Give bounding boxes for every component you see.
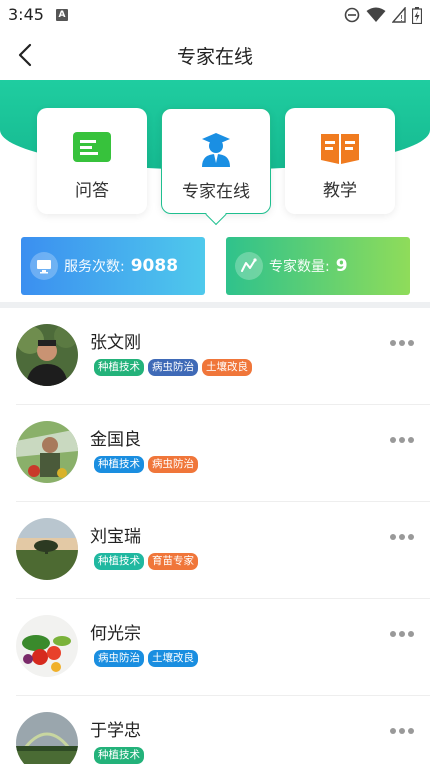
signal-icon: ! [392,7,406,23]
expert-row[interactable]: 金国良种植技术 病虫防治 [16,405,430,502]
expertise-tag: 育苗专家 [148,553,198,570]
more-options-icon[interactable] [390,435,414,445]
service-count-card: 服务次数: 9088 [21,237,205,295]
tab-qa[interactable]: 问答 [37,108,147,214]
expert-row[interactable]: 于学忠种植技术 [16,696,430,764]
expertise-tag: 病虫防治 [148,456,198,473]
expert-list: 张文刚 种植技术 病虫防治 土壤改良 金国良 种植技术 病虫防治 刘宝瑞 种植技术 育苗专家 何光宗… [0,308,430,764]
status-bar: 3:45 A ! [0,0,430,30]
expert-row[interactable]: 刘宝瑞种植技术 育苗专家 [16,502,430,599]
expertise-tag: 种植技术 [94,359,144,376]
status-icons: ! [344,6,422,24]
more-options-icon[interactable] [390,532,414,542]
book-icon [321,134,359,164]
avatar[interactable] [16,615,78,677]
avatar[interactable] [16,421,78,483]
expertise-tag: 种植技术 [94,747,144,764]
expert-name: 张文刚 [90,333,141,353]
service-count-label: 服务次数: [64,259,125,275]
expertise-tag: 种植技术 [94,553,144,570]
expert-name: 金国良 [90,430,141,450]
expert-tags: 种植技术 育苗专家 [94,553,198,570]
tab-expert-online[interactable]: 专家在线 [161,108,271,214]
status-time: 3:45 [8,5,44,24]
avatar[interactable] [16,324,78,386]
expertise-tag: 土壤改良 [202,359,252,376]
svg-text:!: ! [400,14,403,23]
notification-a-icon: A [56,9,68,21]
title-bar: 专家在线 [0,30,430,80]
page-title: 专家在线 [176,46,253,68]
expert-tags: 种植技术 [94,747,144,764]
expert-name: 何光宗 [90,624,141,644]
service-count-value: 9088 [130,256,179,276]
qa-icon [73,132,111,162]
avatar[interactable] [16,712,78,764]
more-options-icon[interactable] [390,629,414,639]
expert-count-card: 专家数量: 9 [226,237,410,295]
tab-teaching[interactable]: 教学 [285,108,395,214]
more-options-icon[interactable] [390,726,414,736]
expertise-tag: 病虫防治 [148,359,198,376]
avatar[interactable] [16,518,78,580]
expert-icon [202,133,230,167]
expert-count-value: 9 [335,256,348,276]
tab-expert-online-label: 专家在线 [182,182,250,202]
expert-tags: 病虫防治 土壤改良 [94,650,198,667]
monitor-icon [30,252,58,280]
expert-tags: 种植技术 病虫防治 [94,456,198,473]
expert-name: 于学忠 [90,721,141,741]
more-options-icon[interactable] [390,338,414,348]
expert-tags: 种植技术 病虫防治 土壤改良 [94,359,252,376]
tab-teaching-label: 教学 [323,181,357,201]
expertise-tag: 土壤改良 [148,650,198,667]
battery-charging-icon [412,6,422,24]
expert-count-label: 专家数量: [269,259,330,275]
expert-row[interactable]: 张文刚种植技术 病虫防治 土壤改良 [16,308,430,405]
expert-row[interactable]: 何光宗病虫防治 土壤改良 [16,599,430,696]
expertise-tag: 种植技术 [94,456,144,473]
do-not-disturb-icon [344,7,360,23]
wifi-icon [366,7,386,22]
chart-line-icon [235,252,263,280]
expertise-tag: 病虫防治 [94,650,144,667]
tab-qa-label: 问答 [75,181,109,201]
expert-name: 刘宝瑞 [90,527,141,547]
